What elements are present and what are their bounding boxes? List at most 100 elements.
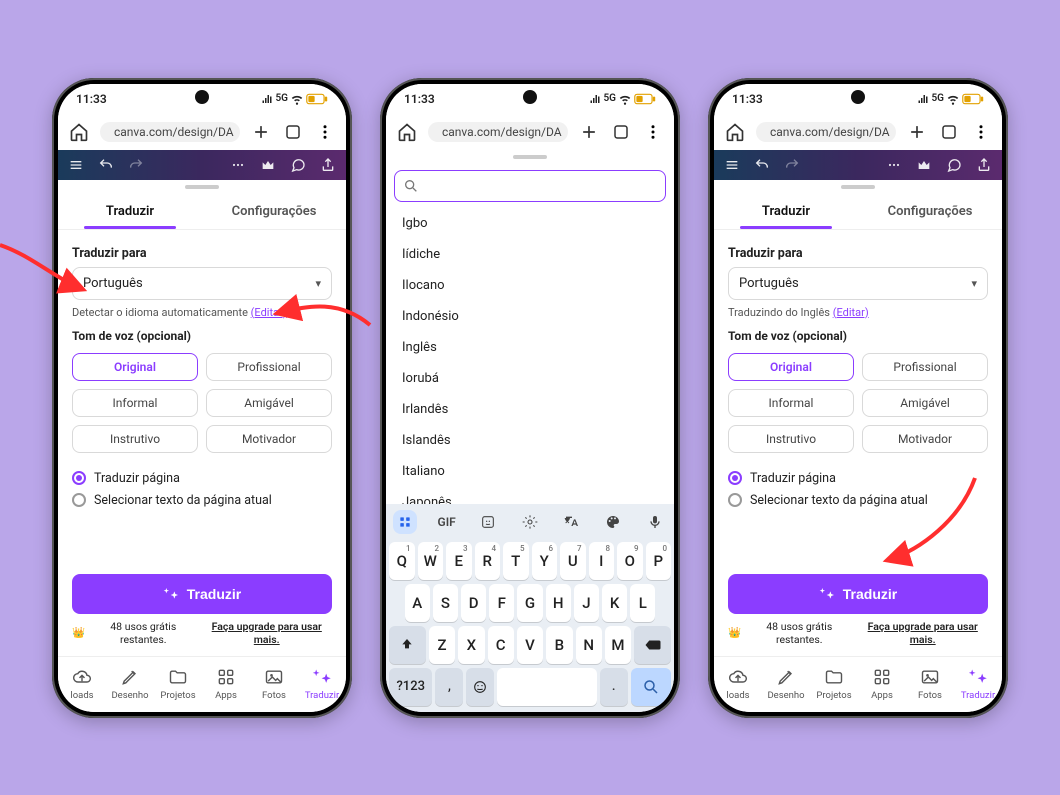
key[interactable]: Y6 <box>532 542 558 580</box>
sheet-handle[interactable] <box>58 180 346 194</box>
key[interactable]: X <box>458 626 484 664</box>
key[interactable]: A <box>405 584 430 622</box>
url-bar[interactable]: canva.com/design/DA <box>756 122 896 142</box>
language-option[interactable]: Inglês <box>398 332 662 363</box>
nav-translate[interactable]: Traduzir <box>298 657 346 712</box>
sheet-handle[interactable] <box>714 180 1002 194</box>
nav-apps[interactable]: Apps <box>858 657 906 712</box>
key[interactable]: F <box>489 584 514 622</box>
crown-icon[interactable] <box>260 157 276 173</box>
key[interactable]: I8 <box>589 542 615 580</box>
key[interactable]: R4 <box>475 542 501 580</box>
key[interactable]: E3 <box>446 542 472 580</box>
key[interactable]: K <box>602 584 627 622</box>
nav-photos[interactable]: Fotos <box>250 657 298 712</box>
language-select[interactable]: Português ▾ <box>728 267 988 300</box>
upgrade-link[interactable]: Faça upgrade para usar mais. <box>857 620 988 646</box>
key[interactable]: U7 <box>560 542 586 580</box>
key[interactable]: O9 <box>617 542 643 580</box>
key[interactable]: H <box>546 584 571 622</box>
palette-icon[interactable] <box>601 510 625 534</box>
key[interactable]: J <box>574 584 599 622</box>
comment-icon[interactable] <box>946 157 962 173</box>
translate-button[interactable]: Traduzir <box>728 574 988 614</box>
language-option[interactable]: Japonês <box>398 487 662 504</box>
language-option[interactable]: Irlandês <box>398 394 662 425</box>
key[interactable]: Q1 <box>389 542 415 580</box>
key[interactable]: N <box>576 626 602 664</box>
new-tab-icon[interactable] <box>906 121 928 143</box>
settings-icon[interactable] <box>518 510 542 534</box>
symbols-key[interactable]: ?123 <box>389 668 432 706</box>
nav-projects[interactable]: Projetos <box>810 657 858 712</box>
key[interactable]: G <box>517 584 542 622</box>
home-icon[interactable] <box>724 121 746 143</box>
tone-motivador[interactable]: Motivador <box>862 425 988 453</box>
crown-icon[interactable] <box>916 157 932 173</box>
tabs-icon[interactable] <box>610 121 632 143</box>
language-search-input[interactable] <box>394 170 666 202</box>
tone-instrutivo[interactable]: Instrutivo <box>728 425 854 453</box>
share-icon[interactable] <box>320 157 336 173</box>
home-icon[interactable] <box>68 121 90 143</box>
backspace-key[interactable] <box>634 626 671 664</box>
tone-profissional[interactable]: Profissional <box>862 353 988 381</box>
search-key[interactable] <box>631 668 671 706</box>
comment-icon[interactable] <box>290 157 306 173</box>
key[interactable]: L <box>630 584 655 622</box>
more-icon[interactable] <box>230 157 246 173</box>
radio-translate-page[interactable]: Traduzir página <box>728 471 988 486</box>
key[interactable]: P0 <box>646 542 672 580</box>
upgrade-link[interactable]: Faça upgrade para usar mais. <box>201 620 332 646</box>
new-tab-icon[interactable] <box>578 121 600 143</box>
tone-original[interactable]: Original <box>728 353 854 381</box>
share-icon[interactable] <box>976 157 992 173</box>
key[interactable]: C <box>488 626 514 664</box>
tone-amigavel[interactable]: Amigável <box>206 389 332 417</box>
period-key[interactable]: . <box>600 668 628 706</box>
redo-icon[interactable] <box>784 157 800 173</box>
shift-key[interactable] <box>389 626 426 664</box>
home-icon[interactable] <box>396 121 418 143</box>
tab-translate[interactable]: Traduzir <box>714 194 858 229</box>
overflow-menu-icon[interactable] <box>642 121 664 143</box>
tab-settings[interactable]: Configurações <box>202 194 346 229</box>
edit-source-language-link[interactable]: (Editar) <box>833 306 869 319</box>
nav-apps[interactable]: Apps <box>202 657 250 712</box>
tone-informal[interactable]: Informal <box>728 389 854 417</box>
more-icon[interactable] <box>886 157 902 173</box>
radio-select-text[interactable]: Selecionar texto da página atual <box>728 493 988 508</box>
gif-icon[interactable]: GIF <box>435 510 459 534</box>
undo-icon[interactable] <box>754 157 770 173</box>
language-option[interactable]: Ilocano <box>398 270 662 301</box>
keyboard-menu-icon[interactable] <box>393 510 417 534</box>
comma-key[interactable]: , <box>435 668 463 706</box>
tone-original[interactable]: Original <box>72 353 198 381</box>
tab-translate[interactable]: Traduzir <box>58 194 202 229</box>
key[interactable]: B <box>546 626 572 664</box>
hamburger-icon[interactable] <box>724 157 740 173</box>
key[interactable]: T5 <box>503 542 529 580</box>
key[interactable]: V <box>517 626 543 664</box>
tone-instrutivo[interactable]: Instrutivo <box>72 425 198 453</box>
nav-draw[interactable]: Desenho <box>106 657 154 712</box>
tone-informal[interactable]: Informal <box>72 389 198 417</box>
url-bar[interactable]: canva.com/design/DA <box>428 122 568 142</box>
key[interactable]: M <box>605 626 631 664</box>
language-select[interactable]: Português ▾ <box>72 267 332 300</box>
radio-translate-page[interactable]: Traduzir página <box>72 471 332 486</box>
nav-projects[interactable]: Projetos <box>154 657 202 712</box>
language-option[interactable]: Italiano <box>398 456 662 487</box>
url-bar[interactable]: canva.com/design/DA <box>100 122 240 142</box>
language-option[interactable]: Iorubá <box>398 363 662 394</box>
nav-uploads[interactable]: loads <box>714 657 762 712</box>
nav-draw[interactable]: Desenho <box>762 657 810 712</box>
tabs-icon[interactable] <box>938 121 960 143</box>
mic-icon[interactable] <box>643 510 667 534</box>
redo-icon[interactable] <box>128 157 144 173</box>
undo-icon[interactable] <box>98 157 114 173</box>
translate-icon[interactable] <box>560 510 584 534</box>
language-option[interactable]: Iídiche <box>398 239 662 270</box>
language-option[interactable]: Igbo <box>398 208 662 239</box>
sticker-icon[interactable] <box>476 510 500 534</box>
